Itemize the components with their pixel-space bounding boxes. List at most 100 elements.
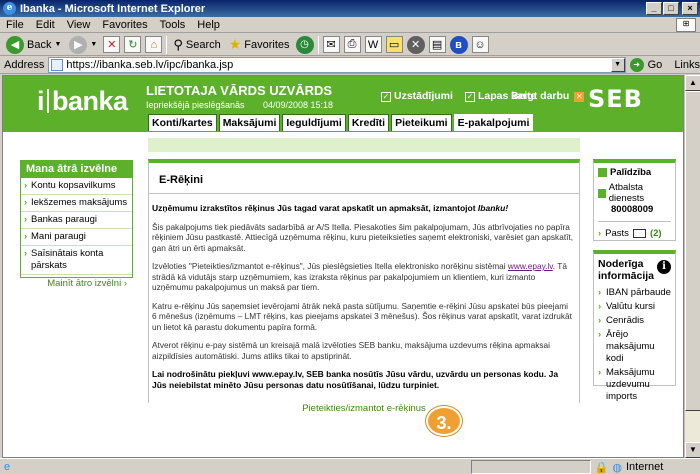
window-title: Ibanka - Microsoft Internet Explorer (20, 2, 206, 15)
menu-tools[interactable]: Tools (160, 19, 186, 31)
info-item-codes[interactable]: Ārējo maksājumu kodi (598, 329, 671, 365)
address-dropdown-icon[interactable]: ▼ (610, 57, 625, 72)
favorites-button[interactable]: ★ Favorites (227, 35, 292, 55)
status-segment (470, 460, 591, 474)
menu-view[interactable]: View (67, 19, 91, 31)
menu-favorites[interactable]: Favorites (102, 19, 147, 31)
paragraph-2: Izvēloties "Pieteikties/izmantot e-rēķin… (152, 261, 574, 293)
back-label: Back (27, 38, 52, 51)
info-item-pricelist[interactable]: Cenrādis (598, 315, 671, 327)
globe-icon: ◍ (612, 461, 622, 474)
status-bar: e 🔒 ◍ Internet (0, 458, 700, 474)
links-button[interactable]: Links (674, 59, 700, 71)
support-phone: 80008009 (611, 204, 654, 215)
bluetooth-icon[interactable]: ʙ (449, 35, 468, 54)
folder-icon[interactable]: ▭ (385, 36, 403, 53)
history-icon[interactable]: ◷ (295, 35, 314, 54)
toolbar-separator (166, 35, 168, 54)
menu-bar: File Edit View Favorites Tools Help ⊞ (0, 17, 700, 33)
paragraph-1: Šis pakalpojums tiek piedāvāts sadarbībā… (152, 221, 574, 253)
info-title: Noderīga informācija (598, 258, 655, 282)
settings-link[interactable]: ✓ Uzstādījumi (381, 90, 453, 102)
tab-konti-kartes[interactable]: Konti/kartes (148, 114, 217, 131)
info-item-import[interactable]: Maksājumu uzdevumu imports (598, 367, 671, 403)
logout-link[interactable]: Beigt darbu ✕ (511, 90, 585, 102)
stop-icon[interactable]: ✕ (103, 36, 121, 53)
scroll-up-icon[interactable]: ▲ (685, 75, 700, 91)
posts-link[interactable]: › Pasts (2) (598, 221, 671, 239)
paragraph-5: Lai nodrošinātu piekļuvi www.epay.lv, SE… (152, 369, 559, 390)
settings-label: Uzstādījumi (394, 90, 453, 102)
home-icon[interactable]: ⌂ (145, 36, 163, 53)
toolbar: ◀ Back ▼ ▶ ▼ ✕ ↻ ⌂ ⚲ Search ★ Favorites … (0, 34, 700, 56)
posts-label: Pasts (605, 228, 629, 239)
check-icon: ✓ (464, 92, 475, 102)
quick-menu-item[interactable]: Saīsinātais konta pārskats (21, 246, 132, 275)
messenger-icon[interactable]: ☺ (471, 36, 489, 53)
go-button[interactable]: Go (648, 59, 663, 71)
scroll-thumb[interactable] (685, 91, 700, 411)
minimize-button[interactable]: _ (646, 2, 662, 15)
ibanka-logo[interactable]: i banka (37, 86, 128, 117)
refresh-icon[interactable]: ↻ (124, 36, 142, 53)
user-name: LIETOTAJA VĀRDS UZVĀRDS (146, 83, 333, 98)
tab-pieteikumi[interactable]: Pieteikumi (391, 114, 452, 131)
tab-e-pakalpojumi[interactable]: E-pakalpojumi (453, 114, 534, 131)
close-button[interactable]: × (682, 2, 698, 15)
maximize-button[interactable]: □ (663, 2, 679, 15)
info-icon: i (657, 260, 671, 274)
envelope-icon (632, 229, 646, 238)
info-item-rates[interactable]: Valūtu kursi (598, 301, 671, 313)
help-title: Palīdzība (610, 167, 652, 178)
star-icon: ★ (228, 36, 242, 52)
quick-menu-title: Mana ātrā izvēlne (21, 161, 132, 178)
tab-maksajumi[interactable]: Maksājumi (218, 114, 281, 131)
mail-icon[interactable]: ✉ (322, 36, 340, 53)
menu-edit[interactable]: Edit (36, 19, 55, 31)
quick-menu-item[interactable]: Mani paraugi (21, 229, 132, 246)
quick-menu-item[interactable]: Kontu kopsavilkums (21, 178, 132, 195)
last-login-date: 04/09/2008 15:18 (263, 100, 334, 110)
block-icon[interactable]: ✕ (406, 35, 425, 54)
edit-icon[interactable]: W (364, 36, 382, 53)
submenu-strip (148, 138, 580, 152)
info-item-iban[interactable]: IBAN pārbaude (598, 287, 671, 299)
support-icon (598, 188, 606, 198)
menu-help[interactable]: Help (197, 19, 220, 31)
epay-link[interactable]: www.epay.lv (508, 261, 553, 271)
last-login-label: Iepriekšējā pieslēgšanās (146, 100, 245, 110)
quick-menu-item[interactable]: Bankas paraugi (21, 212, 132, 229)
title-divider (149, 193, 579, 194)
address-input[interactable]: https://ibanka.seb.lv/ipc/ibanka.jsp ▼ (48, 56, 626, 73)
content-text: Uzņēmumu izrakstītos rēķinus Jūs tagad v… (152, 203, 574, 398)
search-button[interactable]: ⚲ Search (171, 35, 222, 55)
search-label: Search (185, 38, 221, 51)
info-box: Noderīga informācija i IBAN pārbaude Val… (593, 250, 676, 402)
go-arrow-icon[interactable]: ➜ (629, 57, 644, 72)
forward-button[interactable]: ▶ ▼ (67, 35, 99, 55)
page-loaded-icon: e (4, 460, 11, 473)
change-quick-menu-link[interactable]: Mainīt ātro izvēlni › (21, 275, 132, 292)
research-icon[interactable]: ▤ (428, 36, 446, 53)
quick-menu-item[interactable]: Iekšzemes maksājums (21, 195, 132, 212)
apply-e-invoices-link[interactable]: Pieteikties/izmantot e-rēķinus (148, 403, 580, 417)
vertical-scrollbar[interactable]: ▲ ▼ (684, 75, 700, 458)
back-button[interactable]: ◀ Back ▼ (4, 35, 63, 55)
print-icon[interactable]: ⎙ (343, 36, 361, 53)
logo-i: i (37, 86, 45, 116)
tab-ieguldijumi[interactable]: Ieguldījumi (282, 114, 346, 131)
paragraph-2-text: Izvēloties "Pieteikties/izmantot e-rēķin… (152, 261, 508, 271)
help-link[interactable]: Palīdzība (598, 167, 671, 178)
menu-file[interactable]: File (6, 19, 24, 31)
scroll-down-icon[interactable]: ▼ (685, 442, 700, 458)
tab-krediti[interactable]: Kredīti (347, 114, 390, 131)
paragraph-4: Atverot rēķinu e-pay sistēmā un kreisajā… (152, 340, 550, 361)
address-bar: Address https://ibanka.seb.lv/ipc/ibanka… (0, 56, 700, 74)
page-icon (51, 58, 64, 71)
step-badge: 3. (426, 406, 462, 436)
back-arrow-icon: ◀ (6, 35, 24, 54)
address-url: https://ibanka.seb.lv/ipc/ibanka.jsp (66, 58, 234, 71)
address-label: Address (4, 58, 45, 71)
lead-text: Uzņēmumu izrakstītos rēķinus Jūs tagad v… (152, 203, 478, 213)
main-content: E-Rēķini Uzņēmumu izrakstītos rēķinus Jū… (148, 159, 580, 417)
